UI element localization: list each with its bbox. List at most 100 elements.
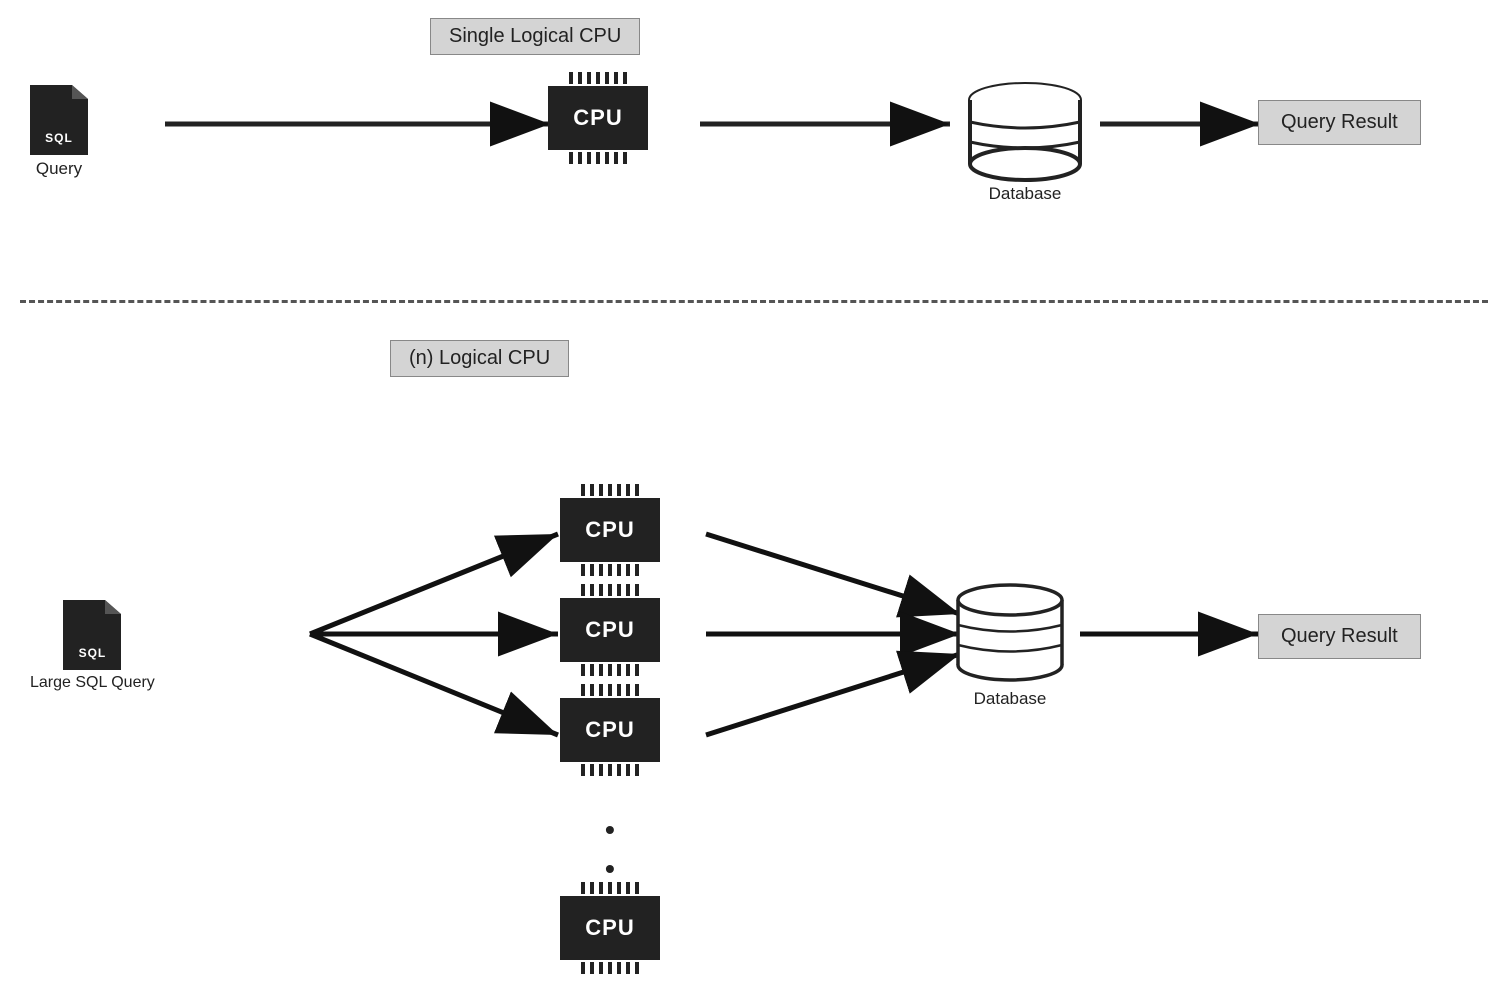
pin [581, 584, 585, 596]
bottom-query-result-box: Query Result [1258, 614, 1421, 659]
pin [590, 684, 594, 696]
bottom-cpu2-pins-top [581, 584, 639, 596]
pin [581, 564, 585, 576]
pin [626, 684, 630, 696]
pin [617, 684, 621, 696]
bottom-cpun-chip: CPU [560, 896, 660, 960]
pin [590, 882, 594, 894]
pin [626, 564, 630, 576]
pin [635, 764, 639, 776]
pin [608, 564, 612, 576]
pin [578, 152, 582, 164]
pin [608, 764, 612, 776]
pin [590, 764, 594, 776]
pin [578, 72, 582, 84]
dot1: • [605, 810, 615, 849]
bottom-cpu2-chip: CPU [560, 598, 660, 662]
top-db-label: Database [989, 184, 1062, 204]
pin [635, 564, 639, 576]
pin [599, 564, 603, 576]
bottom-cpu2-wrapper: CPU [560, 584, 660, 676]
pin [614, 152, 618, 164]
pin [581, 684, 585, 696]
top-sql-shape: SQL [30, 85, 88, 155]
pin [581, 664, 585, 676]
arrows-svg [0, 0, 1508, 1002]
bottom-cpun-pins-bottom [581, 962, 639, 974]
pin [605, 152, 609, 164]
pin [617, 584, 621, 596]
bottom-cpu2-pins-bottom [581, 664, 639, 676]
bottom-cpu1-wrapper: CPU [560, 484, 660, 576]
pin [617, 664, 621, 676]
top-database-wrapper: Database [960, 82, 1090, 204]
pin [569, 152, 573, 164]
diagram-container: Single Logical CPU SQL Query CPU [0, 0, 1508, 1002]
pin [635, 584, 639, 596]
pin [626, 882, 630, 894]
pin [581, 764, 585, 776]
pin [590, 962, 594, 974]
top-cpu-pins-bottom [569, 152, 627, 164]
top-sql-text: SQL [30, 131, 88, 145]
pin [617, 764, 621, 776]
pin [614, 72, 618, 84]
dashed-divider [20, 300, 1488, 303]
bottom-database-wrapper: Database [950, 580, 1070, 709]
top-sql-icon: SQL Query [30, 85, 88, 179]
pin [608, 962, 612, 974]
bottom-cpu3-pins-bottom [581, 764, 639, 776]
pin [590, 584, 594, 596]
pin [626, 962, 630, 974]
pin [635, 484, 639, 496]
pin [617, 484, 621, 496]
pin [608, 584, 612, 596]
pin [635, 684, 639, 696]
bottom-cpu2-label: CPU [585, 617, 634, 643]
pin [599, 484, 603, 496]
pin [617, 962, 621, 974]
pin [599, 684, 603, 696]
bottom-cpu1-chip: CPU [560, 498, 660, 562]
pin [581, 882, 585, 894]
bottom-cpu3-pins-top [581, 684, 639, 696]
pin [635, 962, 639, 974]
pin [626, 484, 630, 496]
pin [635, 882, 639, 894]
bottom-arrow-to-cpu1 [310, 534, 558, 634]
bottom-query-result-label: Query Result [1281, 625, 1398, 647]
pin [596, 72, 600, 84]
bottom-cpu1-label: CPU [585, 517, 634, 543]
pin [581, 962, 585, 974]
pin [599, 764, 603, 776]
top-db-icon [960, 82, 1090, 182]
top-cpu-label: CPU [573, 105, 622, 131]
bottom-cpu1-pins-top [581, 484, 639, 496]
bottom-db-label: Database [974, 689, 1047, 709]
pin [626, 664, 630, 676]
pin [599, 584, 603, 596]
top-title-label: Single Logical CPU [449, 25, 621, 47]
bottom-sql-text: SQL [63, 646, 121, 660]
pin [623, 152, 627, 164]
pin [626, 764, 630, 776]
pin [596, 152, 600, 164]
pin [599, 882, 603, 894]
pin [569, 72, 573, 84]
bottom-cpun-label: CPU [585, 915, 634, 941]
bottom-query-label: Large SQL Query [30, 674, 155, 692]
pin [608, 484, 612, 496]
bottom-arrow-cpu3-to-db [706, 654, 960, 735]
pin [599, 664, 603, 676]
bottom-sql-icon: SQL Large SQL Query [30, 600, 155, 692]
top-cpu-wrapper: CPU [548, 72, 648, 164]
top-query-result-label: Query Result [1281, 111, 1398, 133]
bottom-db-icon [950, 580, 1070, 685]
bottom-cpu3-chip: CPU [560, 698, 660, 762]
pin [626, 584, 630, 596]
pin [599, 962, 603, 974]
top-cpu-chip: CPU [548, 86, 648, 150]
top-title-box: Single Logical CPU [430, 18, 640, 55]
bottom-cpun-pins-top [581, 882, 639, 894]
pin [623, 72, 627, 84]
